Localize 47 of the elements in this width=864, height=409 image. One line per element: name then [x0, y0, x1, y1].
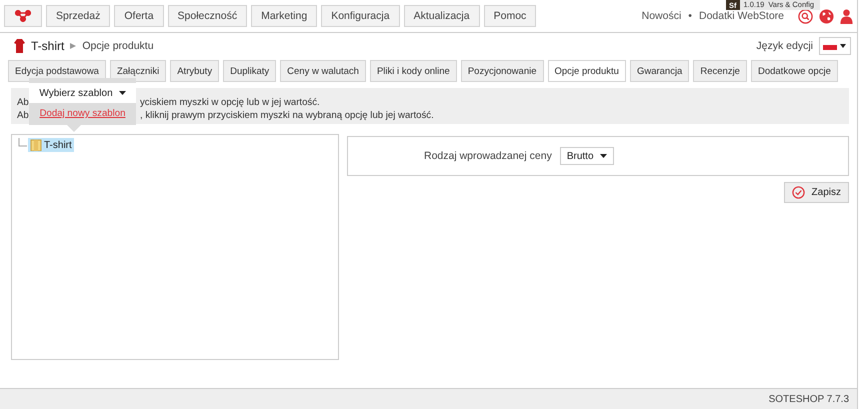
tab[interactable]: Gwarancja [630, 60, 690, 82]
version-text: SOTESHOP 7.7.3 [768, 394, 849, 404]
user-icon[interactable] [840, 8, 853, 24]
price-type-select[interactable]: Brutto [560, 147, 614, 165]
menu-button[interactable]: Pomoc [484, 5, 536, 27]
menu-button[interactable]: Aktualizacja [404, 5, 480, 27]
price-type-label: Rodzaj wprowadzanej ceny [424, 150, 552, 162]
template-select[interactable]: Wybierz szablon [29, 83, 136, 103]
info-text: , kliknij prawym przyciskiem myszki na wybraną opcję lub jej wartość. [140, 109, 434, 122]
info-text: yciskiem myszki w opcję lub w jej wartość. [140, 96, 320, 109]
breadcrumb-arrow-icon [70, 43, 76, 49]
news-link[interactable]: Nowości [642, 10, 682, 22]
edit-language-label: Język edycji [756, 40, 813, 52]
home-button[interactable] [4, 5, 42, 27]
tab[interactable]: Ceny w walutach [280, 60, 366, 82]
search-icon[interactable] [798, 8, 813, 24]
tab[interactable]: Recenzje [693, 60, 747, 82]
info-text: Ab [17, 96, 29, 109]
info-text: Ab [17, 109, 29, 122]
separator: • [688, 10, 692, 22]
tab[interactable]: Pliki i kody online [370, 60, 457, 82]
product-name[interactable]: T-shirt [31, 39, 64, 53]
nodes-logo-icon [15, 10, 31, 22]
tree-line-icon [18, 138, 27, 148]
folder-icon [30, 139, 42, 151]
caret-icon [600, 154, 607, 158]
caret-icon [118, 91, 126, 95]
check-circle-icon [792, 186, 805, 199]
tab[interactable]: Opcje produktu [548, 60, 626, 82]
flag-caret-icon [823, 41, 847, 51]
tab[interactable]: Atrybuty [170, 60, 220, 82]
breadcrumb-page: Opcje produktu [82, 40, 154, 52]
tree-node[interactable]: T-shirt [28, 138, 74, 152]
menu-button[interactable]: Oferta [114, 5, 164, 27]
globe-icon[interactable] [819, 8, 834, 24]
shirt-icon [14, 39, 25, 53]
tab[interactable]: Dodatkowe opcje [750, 60, 838, 82]
menu-button[interactable]: Marketing [251, 5, 318, 27]
webstore-link[interactable]: Dodatki WebStore [698, 10, 784, 22]
save-button[interactable]: Zapisz [784, 182, 849, 203]
menu-button[interactable]: Społeczność [168, 5, 248, 27]
tab[interactable]: Pozycjonowanie [460, 60, 544, 82]
tab[interactable]: Załączniki [110, 60, 166, 82]
menu-button[interactable]: Sprzedaż [46, 5, 110, 27]
language-select[interactable] [819, 37, 851, 55]
menu-button[interactable]: Konfiguracja [321, 5, 400, 27]
tab[interactable]: Duplikaty [223, 60, 276, 82]
